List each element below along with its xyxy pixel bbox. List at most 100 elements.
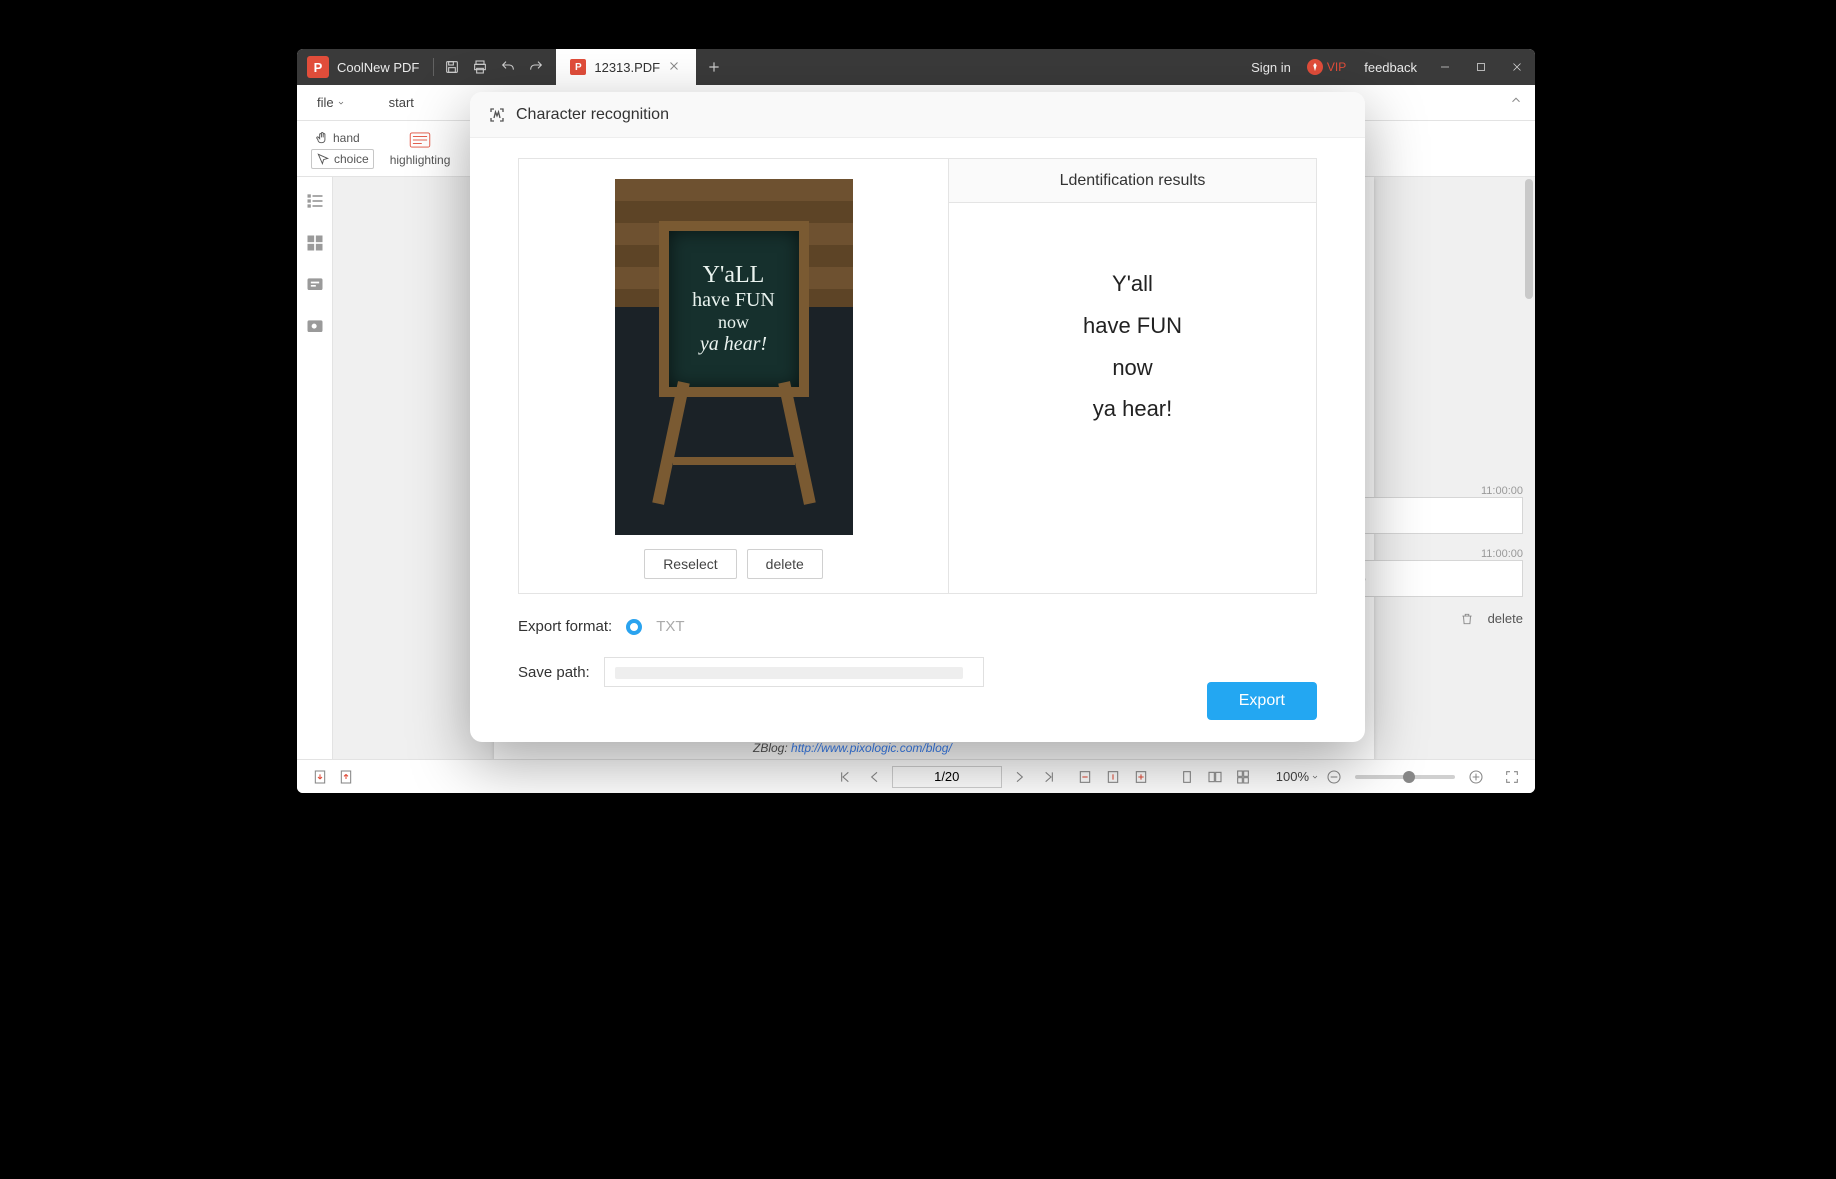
- board-line: have FUN: [692, 289, 775, 312]
- view-group: [1174, 764, 1256, 790]
- sidebar-search-icon[interactable]: [305, 317, 325, 337]
- divider: [433, 58, 434, 76]
- zoom-group: 100%: [1276, 764, 1489, 790]
- result-line: have FUN: [1083, 305, 1182, 347]
- titlebar: P CoolNew PDF P 12313.PDF Sign in VIP: [297, 49, 1535, 85]
- vip-button[interactable]: VIP: [1299, 59, 1354, 75]
- board-line: ya hear!: [700, 333, 767, 356]
- annotation-delete-button[interactable]: delete: [1488, 611, 1523, 626]
- save-path-input[interactable]: [604, 657, 984, 687]
- collapse-ribbon-button[interactable]: [1509, 93, 1523, 110]
- tab-active[interactable]: P 12313.PDF: [556, 49, 696, 85]
- ocr-icon: [488, 106, 506, 124]
- import-page-icon[interactable]: [333, 764, 359, 790]
- next-page-button[interactable]: [1006, 764, 1032, 790]
- highlight-icon: [408, 131, 432, 149]
- vip-label: VIP: [1327, 60, 1346, 74]
- sidebar-thumbnails-icon[interactable]: [305, 233, 325, 253]
- menu-file-label: file: [317, 95, 334, 110]
- menu-start[interactable]: start: [379, 95, 424, 110]
- redo-icon[interactable]: [522, 53, 550, 81]
- export-format-row: Export format: TXT: [518, 618, 1317, 635]
- zoom-out-button[interactable]: [1321, 764, 1347, 790]
- tabstrip: P 12313.PDF: [556, 49, 732, 85]
- chevron-down-icon[interactable]: [1311, 773, 1319, 781]
- dialog-title: Character recognition: [516, 106, 669, 124]
- delete-button[interactable]: delete: [747, 549, 823, 579]
- sidebar-outline-icon[interactable]: [305, 191, 325, 211]
- dialog-body: Y'aLL have FUN now ya hear! Reselect del…: [470, 138, 1365, 742]
- zoom-label: 100%: [1276, 769, 1309, 784]
- chevron-down-icon: [337, 99, 345, 107]
- sidebar: [297, 177, 333, 759]
- export-button[interactable]: Export: [1207, 682, 1317, 720]
- sign-in-link[interactable]: Sign in: [1243, 60, 1299, 75]
- highlighting-label: highlighting: [390, 153, 451, 167]
- scrollbar-thumb[interactable]: [1525, 179, 1533, 299]
- hand-label: hand: [333, 131, 360, 145]
- dialog-panels: Y'aLL have FUN now ya hear! Reselect del…: [518, 158, 1317, 594]
- doc-footer-link: ZBlog: http://www.pixologic.com/blog/: [753, 741, 952, 755]
- fullscreen-button[interactable]: [1499, 764, 1525, 790]
- tab-close-icon[interactable]: [668, 60, 682, 74]
- zoom-slider-thumb[interactable]: [1403, 771, 1415, 783]
- export-page-icon[interactable]: [307, 764, 333, 790]
- page-input[interactable]: [892, 766, 1002, 788]
- fit-width-icon[interactable]: [1072, 764, 1098, 790]
- close-button[interactable]: [1499, 49, 1535, 85]
- preview-image: Y'aLL have FUN now ya hear!: [615, 179, 853, 535]
- prev-page-button[interactable]: [862, 764, 888, 790]
- statusbar: 100%: [297, 759, 1535, 793]
- app-name: CoolNew PDF: [337, 60, 429, 75]
- last-page-button[interactable]: [1036, 764, 1062, 790]
- vip-icon: [1307, 59, 1323, 75]
- zblog-url[interactable]: http://www.pixologic.com/blog/: [791, 741, 952, 755]
- menu-start-label: start: [389, 95, 414, 110]
- format-txt-radio[interactable]: [626, 619, 642, 635]
- actual-size-icon[interactable]: [1128, 764, 1154, 790]
- two-page-icon[interactable]: [1202, 764, 1228, 790]
- cursor-icon: [316, 152, 330, 166]
- new-tab-button[interactable]: [696, 49, 732, 85]
- results-body: Y'all have FUN now ya hear!: [949, 203, 1316, 593]
- maximize-button[interactable]: [1463, 49, 1499, 85]
- save-icon[interactable]: [438, 53, 466, 81]
- ocr-dialog: Character recognition Y'aLL have FUN now…: [470, 92, 1365, 742]
- hand-icon: [315, 131, 329, 145]
- choice-label: choice: [334, 152, 369, 166]
- result-line: now: [1112, 347, 1152, 389]
- feedback-link[interactable]: feedback: [1354, 60, 1427, 75]
- result-line: Y'all: [1112, 263, 1153, 305]
- export-format-label: Export format:: [518, 618, 612, 635]
- fit-page-icon[interactable]: [1100, 764, 1126, 790]
- dialog-header: Character recognition: [470, 92, 1365, 138]
- save-path-label: Save path:: [518, 664, 590, 681]
- chalkboard: Y'aLL have FUN now ya hear!: [659, 221, 809, 397]
- result-line: ya hear!: [1093, 388, 1173, 430]
- board-line: now: [718, 312, 749, 333]
- highlighting-tool[interactable]: highlighting: [380, 127, 461, 171]
- trash-icon[interactable]: [1460, 612, 1474, 626]
- zblog-label: ZBlog:: [753, 741, 788, 755]
- app-logo-icon: P: [307, 56, 329, 78]
- undo-icon[interactable]: [494, 53, 522, 81]
- hand-tool[interactable]: hand: [311, 129, 374, 147]
- menu-file[interactable]: file: [307, 95, 355, 110]
- reselect-button[interactable]: Reselect: [644, 549, 736, 579]
- results-header: Ldentification results: [949, 159, 1316, 203]
- sidebar-annotations-icon[interactable]: [305, 275, 325, 295]
- tab-label: 12313.PDF: [594, 60, 660, 75]
- continuous-icon[interactable]: [1230, 764, 1256, 790]
- choice-tool[interactable]: choice: [311, 149, 374, 169]
- format-txt-label: TXT: [656, 618, 684, 635]
- print-icon[interactable]: [466, 53, 494, 81]
- save-path-row: Save path:: [518, 657, 1317, 687]
- zoom-in-button[interactable]: [1463, 764, 1489, 790]
- results-panel: Ldentification results Y'all have FUN no…: [949, 159, 1316, 593]
- minimize-button[interactable]: [1427, 49, 1463, 85]
- single-page-icon[interactable]: [1174, 764, 1200, 790]
- first-page-button[interactable]: [832, 764, 858, 790]
- fit-group: [1072, 764, 1154, 790]
- page-nav: [832, 764, 1062, 790]
- zoom-slider[interactable]: [1355, 775, 1455, 779]
